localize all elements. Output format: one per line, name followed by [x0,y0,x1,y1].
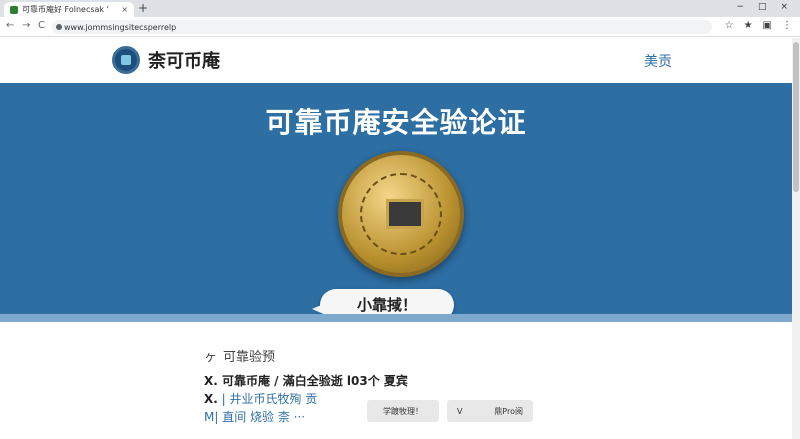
tab-title: 可靠币庵好 Folnecsak ' [22,5,109,14]
pro-button-label: 鼎Pro阅 [494,406,523,416]
header-nav-link[interactable]: 美贡 [644,51,672,71]
coin-illustration [338,151,464,277]
list-item-prefix: X. [204,392,218,406]
bookmark-icon[interactable]: ☆ [725,20,734,31]
close-window-icon[interactable]: × [780,2,788,12]
url-text: www.jommsingsitecsperrelp [64,22,177,32]
site-logo[interactable]: 柰可币庵 [112,46,220,74]
back-icon[interactable]: ← [6,20,14,31]
minimize-icon[interactable]: − [736,2,744,12]
list-item-link[interactable]: M| 直间 烧验 柰 ··· [204,408,305,425]
window-controls: − □ × [724,0,800,14]
hero-title: 可靠币庵安全验论证 [265,106,527,139]
address-bar-row: ← → C www.jommsingsitecsperrelp ☆ ★ ▣ ⋮ [0,17,800,37]
url-input[interactable]: www.jommsingsitecsperrelp [52,20,712,34]
page-viewport: 柰可币庵 美贡 可靠币庵安全验论证 小靠掝！ ヶ 可靠验预 X. 可靠币庵 / … [0,38,800,439]
reload-icon[interactable]: C [38,20,45,31]
maximize-icon[interactable]: □ [758,2,767,12]
torn-edge-divider [0,314,792,322]
learn-button[interactable]: 学踱牧理！ [367,400,439,422]
content-section: ヶ 可靠验预 X. 可靠币庵 / 滿白全验逝 l03个 夏宾 X. | 井业币氏… [0,322,792,439]
scrollbar[interactable] [792,38,800,439]
chevron-down-icon: V [457,406,463,416]
tab-close-icon[interactable]: × [121,5,128,14]
list-item: X. 可靠币庵 / 滿白全验逝 l03个 夏宾 [204,374,408,388]
menu-icon[interactable]: ⋮ [782,20,792,31]
forward-icon[interactable]: → [22,20,30,31]
extensions-icon[interactable]: ▣ [763,20,772,31]
section-title-icon: ヶ [204,350,218,365]
browser-tab[interactable]: 可靠币庵好 Folnecsak ' × [4,2,134,17]
favicon-icon [10,5,18,14]
list-item-link[interactable]: X. | 井业币氏牧殉 贡 [204,390,317,407]
section-title: ヶ 可靠验预 [204,346,275,365]
hero-banner: 可靠币庵安全验论证 小靠掝！ [0,83,792,321]
browser-tab-bar: 可靠币庵好 Folnecsak ' × + − □ × [0,0,800,17]
pro-button[interactable]: V 鼎Pro阅 [447,400,533,422]
list-item-text: | 井业币氏牧殉 贡 [221,392,318,406]
chip-icon [386,199,424,229]
toolbar-icons: ☆ ★ ▣ ⋮ [725,20,792,31]
new-tab-button[interactable]: + [138,1,148,15]
favorite-icon[interactable]: ★ [744,20,753,31]
logo-icon [112,46,140,74]
scrollbar-thumb[interactable] [793,42,799,192]
section-title-text: 可靠验预 [223,350,276,365]
site-header: 柰可币庵 美贡 [0,38,792,83]
logo-text: 柰可币庵 [148,51,220,72]
site-info-icon[interactable] [56,24,62,30]
